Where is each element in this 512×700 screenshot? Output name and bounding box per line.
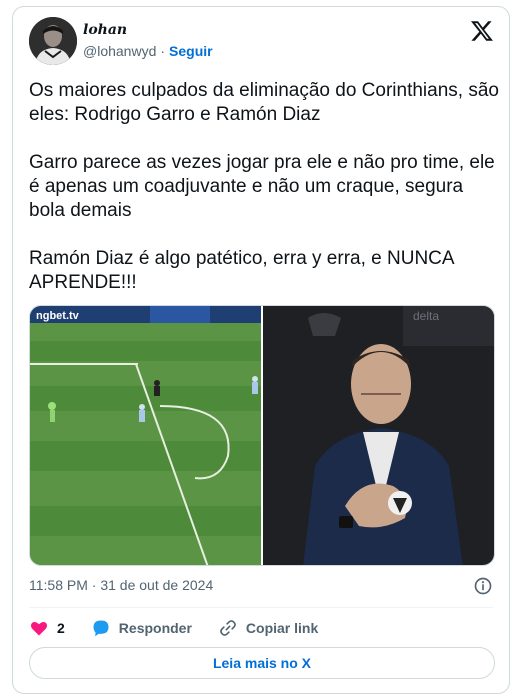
action-bar: 2 Responder Copiar link — [29, 614, 344, 642]
divider — [29, 607, 493, 608]
tweet-paragraph: Garro parece as vezes jogar pra ele e nã… — [29, 152, 495, 221]
info-icon[interactable] — [473, 576, 493, 596]
copy-link-button[interactable]: Copiar link — [218, 618, 318, 638]
football-pitch-image[interactable]: ngbet.tv — [30, 306, 261, 565]
tweet-media[interactable]: ngbet.tv delta — [29, 305, 495, 566]
copy-link-label: Copiar link — [245, 620, 319, 636]
reply-bubble-icon — [93, 620, 109, 637]
tweet-timestamp[interactable]: 11:58 PM · 31 de out de 2024 — [29, 577, 213, 593]
read-more-button[interactable]: Leia mais no X — [29, 647, 495, 679]
display-name[interactable]: lohan — [83, 22, 127, 38]
ad-board-text: ngbet.tv — [36, 310, 80, 322]
tweet-paragraph: Os maiores culpados da eliminação do Cor… — [29, 80, 499, 125]
tweet-paragraph: Ramón Diaz é algo patético, erra y erra,… — [29, 248, 454, 293]
follow-button[interactable]: Seguir — [169, 43, 213, 59]
reply-button[interactable]: Responder — [91, 618, 192, 638]
handle[interactable]: @lohanwyd — [83, 43, 156, 59]
avatar[interactable] — [29, 17, 77, 65]
x-logo-icon[interactable] — [470, 19, 494, 43]
coach-photo-image[interactable]: delta — [263, 306, 494, 565]
like-button[interactable]: 2 — [29, 618, 65, 638]
dot-separator: · — [160, 43, 166, 59]
tweet-text: Os maiores culpados da eliminação do Cor… — [29, 79, 499, 319]
link-icon — [220, 620, 236, 636]
tweet-card: lohan @lohanwyd · Seguir Os maiores culp… — [12, 6, 510, 694]
meta-separator: · — [91, 577, 97, 593]
reply-label: Responder — [118, 620, 192, 636]
heart-icon — [30, 622, 48, 636]
handle-row: @lohanwyd · Seguir — [83, 43, 213, 59]
ad-board-text: delta — [413, 309, 439, 323]
tweet-date: 31 de out de 2024 — [100, 577, 214, 593]
like-count: 2 — [57, 620, 65, 636]
tweet-time: 11:58 PM — [29, 577, 88, 593]
